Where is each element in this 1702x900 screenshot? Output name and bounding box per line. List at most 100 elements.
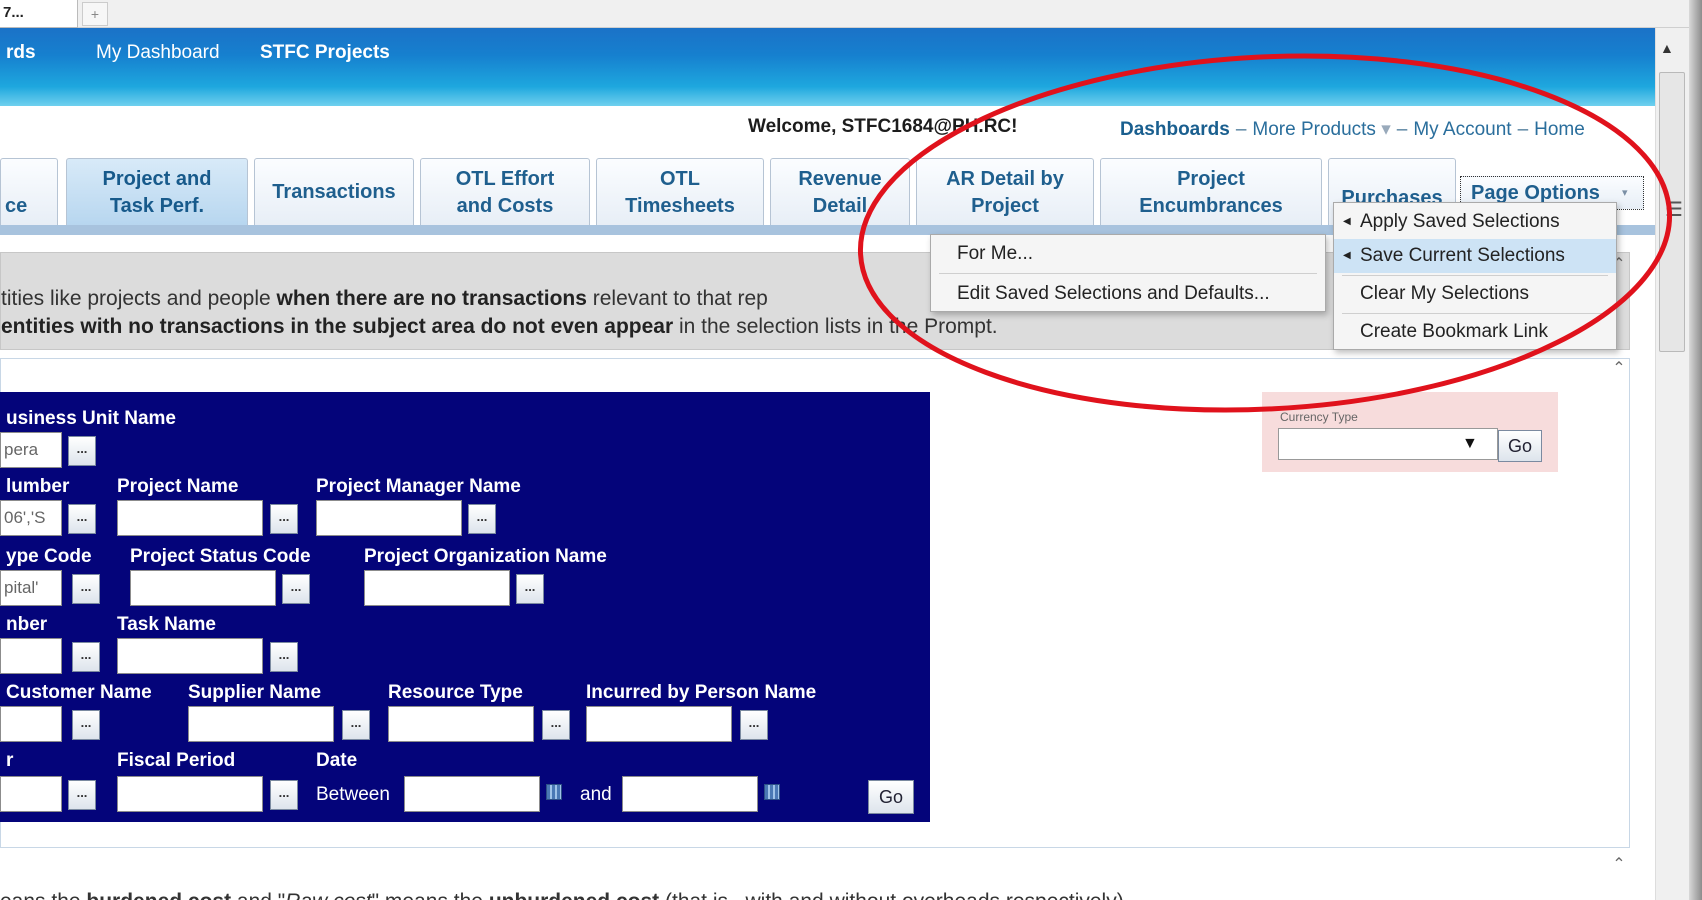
browse-button[interactable]: ... — [740, 710, 768, 740]
text: (that is , with and without overheads re… — [659, 890, 1124, 900]
browse-button[interactable]: ... — [270, 780, 298, 810]
dashboards-link[interactable]: Dashboards — [1120, 119, 1230, 140]
browse-button[interactable]: ... — [270, 642, 298, 672]
tab-ar-detail-by-project[interactable]: AR Detail by Project — [916, 158, 1094, 226]
browse-button[interactable]: ... — [72, 574, 100, 604]
browse-button[interactable]: ... — [68, 780, 96, 810]
info-text: in the selection lists in the Prompt. — [673, 315, 998, 338]
prompt-panel: usiness Unit Name pera ... lumber Projec… — [0, 392, 930, 822]
browse-button[interactable]: ... — [282, 574, 310, 604]
tab-transactions[interactable]: Transactions — [254, 158, 414, 226]
project-manager-name-field[interactable] — [316, 500, 462, 536]
browser-tab-strip — [0, 0, 1702, 28]
incurred-by-person-name-field[interactable] — [586, 706, 732, 742]
menu-lines-icon[interactable]: ☰ — [1661, 198, 1687, 224]
text-bold: unburdened cost — [489, 890, 659, 900]
date-from-field[interactable] — [404, 776, 540, 812]
tab-project-and-task-perf[interactable]: Project and Task Perf. — [66, 158, 248, 226]
new-tab-button[interactable]: + — [82, 2, 108, 26]
project-status-code-field[interactable] — [130, 570, 276, 606]
menu-item-for-me[interactable]: For Me... — [931, 237, 1325, 271]
browse-button[interactable]: ... — [468, 504, 496, 534]
text-bold: burdened cost — [86, 890, 231, 900]
menu-separator — [1342, 313, 1608, 314]
browse-button[interactable]: ... — [542, 710, 570, 740]
menu-separator — [1342, 275, 1608, 276]
save-selections-submenu: For Me... Edit Saved Selections and Defa… — [930, 234, 1326, 312]
nav-dashboards-link[interactable]: rds — [6, 42, 36, 64]
tab-otl-effort-and-costs[interactable]: OTL Effort and Costs — [420, 158, 590, 226]
currency-go-button[interactable]: Go — [1498, 430, 1542, 462]
browse-button[interactable]: ... — [270, 504, 298, 534]
separator: – — [1396, 119, 1408, 140]
my-account-link[interactable]: My Account — [1413, 119, 1511, 140]
window-edge — [1689, 0, 1702, 900]
menu-item-label: Apply Saved Selections — [1360, 211, 1560, 232]
browse-button[interactable]: ... — [72, 642, 100, 672]
browser-tab[interactable]: 7... — [0, 0, 78, 28]
browse-button[interactable]: ... — [68, 436, 96, 466]
nav-stfc-projects-link[interactable]: STFC Projects — [260, 42, 390, 64]
info-text: relevant to that rep — [586, 287, 768, 310]
info-line-1: tities like projects and people when the… — [1, 287, 768, 311]
project-name-field[interactable] — [117, 500, 263, 536]
and-text: and — [580, 784, 612, 805]
project-name-label: Project Name — [117, 476, 239, 497]
cost-explanation-text: eans the burdened cost and "Raw cost" me… — [0, 890, 1124, 900]
browse-button[interactable]: ... — [72, 710, 100, 740]
dropdown-arrow-icon[interactable]: ▼ — [1462, 435, 1478, 453]
calendar-icon[interactable] — [546, 784, 562, 800]
project-number-field[interactable]: 06','S — [0, 500, 62, 536]
resource-type-field[interactable] — [388, 706, 534, 742]
browse-button[interactable]: ... — [516, 574, 544, 604]
separator: – — [1517, 119, 1529, 140]
tab-label-line1: AR Detail by — [946, 167, 1064, 190]
tab-revenue-detail[interactable]: Revenue Detail — [770, 158, 910, 226]
resource-type-label: Resource Type — [388, 682, 523, 703]
browse-button[interactable]: ... — [68, 504, 96, 534]
text: and " — [231, 890, 285, 900]
task-number-field[interactable] — [0, 638, 62, 674]
top-navigation-bar: rds My Dashboard STFC Projects — [0, 28, 1655, 106]
home-link[interactable]: Home — [1534, 119, 1585, 140]
currency-type-label: Currency Type — [1280, 410, 1358, 424]
project-organization-name-field[interactable] — [364, 570, 510, 606]
prompt-go-button[interactable]: Go — [868, 780, 914, 814]
menu-item-apply-saved-selections[interactable]: ◀ Apply Saved Selections — [1334, 205, 1616, 239]
menu-item-save-current-selections[interactable]: ◀ Save Current Selections — [1334, 239, 1616, 273]
collapse-section-icon[interactable]: ⌃ — [1608, 856, 1630, 876]
project-type-code-field[interactable]: pital' — [0, 570, 62, 606]
menu-item-label: Save Current Selections — [1360, 245, 1565, 266]
customer-name-field[interactable] — [0, 706, 62, 742]
task-name-field[interactable] — [117, 638, 263, 674]
calendar-icon[interactable] — [764, 784, 780, 800]
nav-my-dashboard-link[interactable]: My Dashboard — [96, 42, 220, 64]
menu-item-create-bookmark-link[interactable]: Create Bookmark Link — [1334, 315, 1616, 349]
supplier-name-label: Supplier Name — [188, 682, 322, 703]
tab-project-encumbrances[interactable]: Project Encumbrances — [1100, 158, 1322, 226]
menu-item-clear-my-selections[interactable]: Clear My Selections — [1334, 277, 1616, 311]
date-to-field[interactable] — [622, 776, 758, 812]
text-italic: Raw cost — [285, 890, 371, 900]
business-unit-name-field[interactable]: pera — [0, 432, 62, 468]
fiscal-period-field[interactable] — [117, 776, 263, 812]
customer-name-label: Customer Name — [6, 682, 152, 703]
browse-button[interactable]: ... — [342, 710, 370, 740]
menu-item-edit-saved-selections[interactable]: Edit Saved Selections and Defaults... — [931, 277, 1325, 311]
project-manager-name-label: Project Manager Name — [316, 476, 521, 497]
text: eans the — [0, 890, 86, 900]
tab-label-line1: OTL — [660, 167, 700, 190]
tab-performance[interactable]: ce — [0, 158, 58, 226]
info-text-bold: when there are no transactions — [276, 287, 587, 310]
global-links: Dashboards – More Products ▾ – My Account – Ho… — [1120, 118, 1585, 141]
tab-otl-timesheets[interactable]: OTL Timesheets — [596, 158, 764, 226]
page-options-menu: ◀ Apply Saved Selections ◀ Save Current Se… — [1333, 202, 1617, 350]
scroll-up-icon[interactable]: ▲ — [1660, 40, 1674, 56]
supplier-name-field[interactable] — [188, 706, 334, 742]
more-products-link[interactable]: More Products — [1252, 119, 1376, 140]
tab-label-line2: ce — [5, 194, 28, 217]
tab-label-line1: OTL Effort — [455, 167, 555, 190]
collapse-section-icon[interactable]: ⌃ — [1608, 360, 1630, 380]
fiscal-year-field[interactable] — [0, 776, 62, 812]
tab-label-line2: Detail — [812, 194, 868, 217]
